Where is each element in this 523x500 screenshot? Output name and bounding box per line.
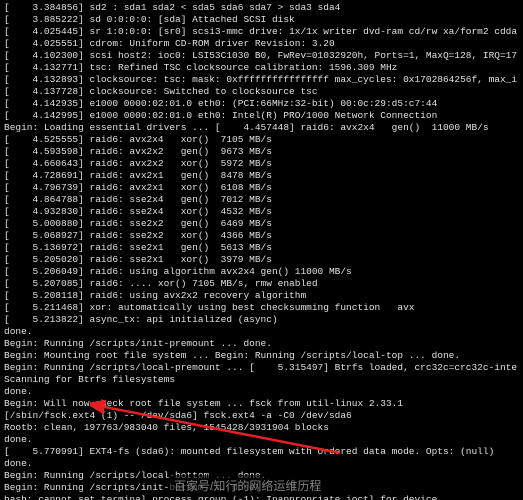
terminal-output[interactable]: [ 3.384856] sd2 : sda1 sda2 < sda5 sda6 … [0, 0, 523, 500]
boot-log: [ 3.384856] sd2 : sda1 sda2 < sda5 sda6 … [4, 2, 519, 500]
watermark-attribution: 百家号/知行的网络运维历程 [170, 475, 325, 496]
